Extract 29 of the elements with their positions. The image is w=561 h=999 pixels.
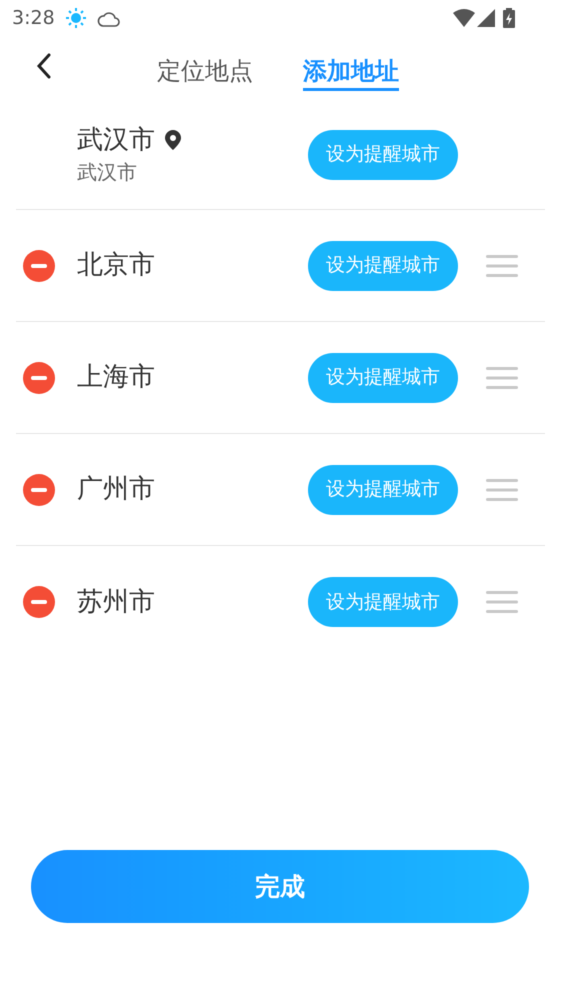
back-icon[interactable]: [36, 53, 52, 79]
remove-icon[interactable]: [23, 362, 55, 394]
drag-handle-icon[interactable]: [486, 478, 518, 502]
remove-icon[interactable]: [23, 586, 55, 618]
tab[interactable]: 定位地点: [157, 45, 253, 91]
drag-handle-icon[interactable]: [486, 590, 518, 614]
set-reminder-city-button[interactable]: 设为提醒城市: [308, 240, 458, 290]
location-pin-icon: [165, 130, 181, 150]
city-name: 武汉市: [77, 124, 155, 156]
set-reminder-city-button[interactable]: 设为提醒城市: [308, 577, 458, 627]
remove-icon[interactable]: [23, 474, 55, 506]
city-name: 苏州市: [77, 586, 155, 618]
battery-icon: [503, 8, 515, 28]
city-subtitle: 武汉市: [77, 158, 138, 186]
set-reminder-city-button[interactable]: 设为提醒城市: [308, 130, 458, 180]
signal-icon: [477, 9, 495, 27]
set-reminder-city-button[interactable]: 设为提醒城市: [308, 352, 458, 402]
city-name: 北京市: [77, 249, 155, 282]
set-reminder-city-button[interactable]: 设为提醒城市: [308, 464, 458, 514]
city-name: 广州市: [77, 473, 155, 506]
tab[interactable]: 添加地址: [303, 45, 399, 91]
status-time: 3:28: [12, 6, 55, 31]
wifi-icon: [453, 9, 475, 27]
sun-icon: [64, 7, 87, 29]
drag-handle-icon[interactable]: [486, 366, 518, 390]
city-name: 上海市: [77, 361, 155, 394]
done-button[interactable]: 完成: [31, 850, 529, 923]
drag-handle-icon[interactable]: [486, 254, 518, 278]
remove-icon[interactable]: [23, 250, 55, 282]
